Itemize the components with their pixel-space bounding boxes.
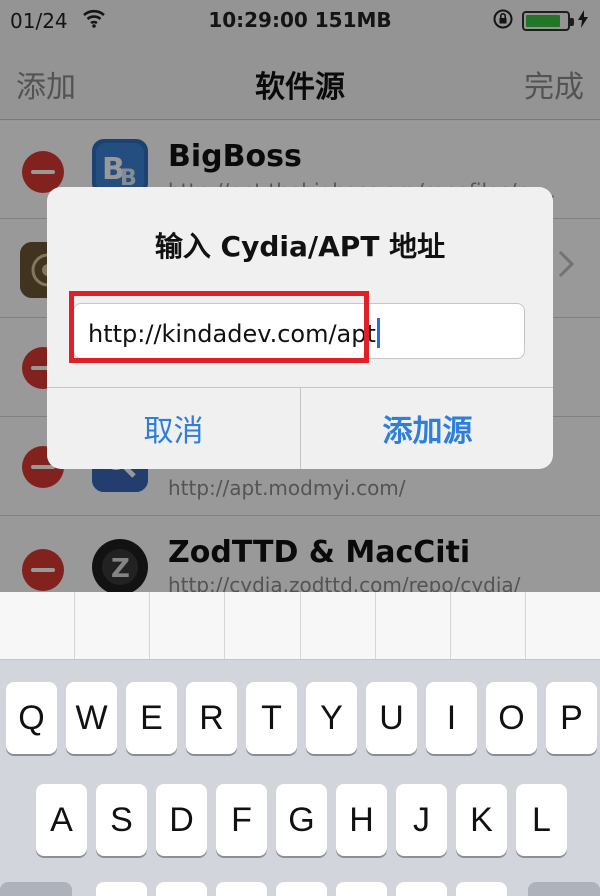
- key-y[interactable]: Y: [306, 682, 357, 754]
- prediction-cell[interactable]: [526, 592, 600, 659]
- key-k[interactable]: K: [456, 784, 507, 856]
- backspace-key[interactable]: [528, 882, 600, 896]
- prediction-cell[interactable]: [150, 592, 226, 659]
- text-caret: [376, 318, 380, 348]
- key-a[interactable]: A: [36, 784, 87, 856]
- shift-key[interactable]: [0, 882, 72, 896]
- key-l[interactable]: L: [516, 784, 567, 856]
- key-s[interactable]: S: [96, 784, 147, 856]
- key-n[interactable]: [396, 882, 447, 896]
- prediction-cell[interactable]: [225, 592, 301, 659]
- key-o[interactable]: O: [486, 682, 537, 754]
- add-source-alert: 输入 Cydia/APT 地址 http://kindadev.com/apt …: [47, 187, 553, 469]
- prediction-bar: [0, 592, 600, 660]
- keyboard: Q W E R T Y U I O P A S D F G H J K L: [0, 592, 600, 896]
- prediction-cell[interactable]: [0, 592, 76, 659]
- key-f[interactable]: F: [216, 784, 267, 856]
- add-source-button[interactable]: 添加源: [301, 387, 553, 469]
- key-v[interactable]: [276, 882, 327, 896]
- cancel-button[interactable]: 取消: [47, 387, 300, 469]
- alert-title: 输入 Cydia/APT 地址: [154, 230, 446, 263]
- key-u[interactable]: U: [366, 682, 417, 754]
- key-i[interactable]: I: [426, 682, 477, 754]
- key-e[interactable]: E: [126, 682, 177, 754]
- highlight-box: [69, 291, 369, 363]
- key-q[interactable]: Q: [6, 682, 57, 754]
- key-p[interactable]: P: [546, 682, 597, 754]
- prediction-cell[interactable]: [75, 592, 151, 659]
- key-m[interactable]: [456, 882, 507, 896]
- key-j[interactable]: J: [396, 784, 447, 856]
- key-r[interactable]: R: [186, 682, 237, 754]
- prediction-cell[interactable]: [376, 592, 451, 659]
- key-t[interactable]: T: [246, 682, 297, 754]
- key-z[interactable]: [96, 882, 147, 896]
- key-h[interactable]: H: [336, 784, 387, 856]
- prediction-cell[interactable]: [451, 592, 526, 659]
- key-d[interactable]: D: [156, 784, 207, 856]
- key-w[interactable]: W: [66, 682, 117, 754]
- key-b[interactable]: [336, 882, 387, 896]
- prediction-cell[interactable]: [301, 592, 376, 659]
- key-x[interactable]: [156, 882, 207, 896]
- key-c[interactable]: [216, 882, 267, 896]
- key-g[interactable]: G: [276, 784, 327, 856]
